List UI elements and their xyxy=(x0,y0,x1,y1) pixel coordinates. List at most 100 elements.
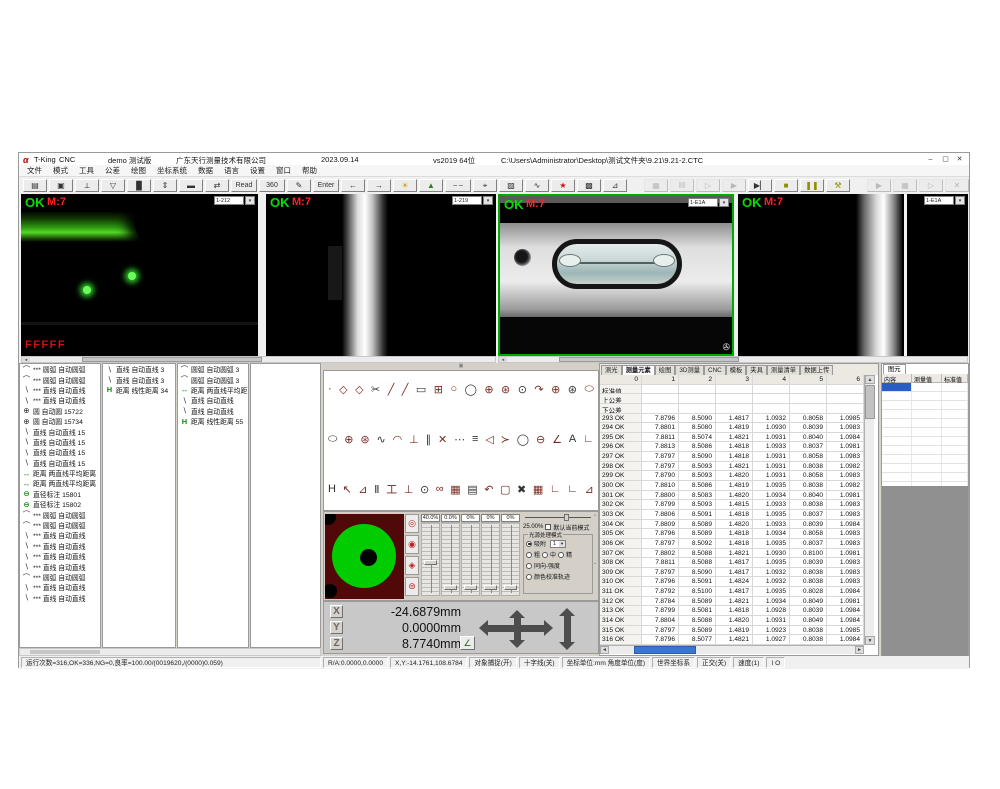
element-list-item[interactable]: ∖*** 直线 自动直线 xyxy=(20,561,100,571)
toolbar-light-button[interactable]: ☀ xyxy=(393,179,417,192)
z-jog-arrow-icon[interactable] xyxy=(564,616,571,642)
results-spec-row[interactable]: 上公差 xyxy=(600,394,864,404)
element-list-item[interactable]: ∖直线 自动直线 3 xyxy=(103,374,175,384)
menu-item-8[interactable]: 语言 xyxy=(224,165,239,176)
scroll-right-icon[interactable]: ► xyxy=(855,646,864,654)
toolbox-tool-icon[interactable]: ∞ xyxy=(436,483,444,495)
toolbox-tool-icon[interactable]: ⊙ xyxy=(420,483,429,496)
scrollbar-thumb[interactable] xyxy=(559,357,739,362)
camera4-selector-dropdown-icon[interactable]: ▾ xyxy=(955,196,965,205)
toolbox-tool-icon[interactable]: ⋯ xyxy=(454,433,465,446)
toolbox-tool-icon[interactable]: ◯ xyxy=(517,433,529,446)
toolbox-tool-icon[interactable]: ▭ xyxy=(416,383,426,396)
toolbar-play2-button[interactable]: ▶ xyxy=(867,179,891,192)
element-list-item[interactable]: ∖直线 自动直线 15 xyxy=(20,447,100,457)
element-list-item[interactable]: ∖*** 直线 自动直线 xyxy=(20,551,100,561)
element-list-item[interactable]: ↔距离 两直线平均距离 xyxy=(20,468,100,478)
results-data-row[interactable]: 294 OK7.88018.50801.48191.09300.80391.09… xyxy=(600,423,864,433)
light-slider-track[interactable] xyxy=(441,522,460,596)
attach-level-dropdown[interactable]: 1 xyxy=(550,540,566,548)
camera1-selector[interactable]: 1-212 xyxy=(214,196,244,205)
results-data-row[interactable]: 305 OK7.87968.50891.48181.09340.80581.09… xyxy=(600,529,864,539)
element-list-item[interactable]: ∖*** 直线 自动直线 xyxy=(20,593,100,603)
element-list-item[interactable]: ∖直线 自动直线 15 xyxy=(20,426,100,436)
toolbar-rotate-360-button[interactable]: 360 xyxy=(259,179,285,192)
toolbox-tool-icon[interactable]: ⊛ xyxy=(501,383,510,396)
camera4-selector[interactable]: 1-E1A xyxy=(924,196,954,205)
tab-7[interactable]: 夹具 xyxy=(746,365,767,375)
slider-thumb[interactable] xyxy=(564,514,569,521)
graphic-element-row[interactable] xyxy=(882,446,968,455)
element-list-item[interactable]: ∖*** 直线 自动直线 xyxy=(20,530,100,540)
toolbar-laser-button[interactable]: ★ xyxy=(551,179,575,192)
results-data-row[interactable]: 299 OK7.87908.50931.48201.09310.80581.09… xyxy=(600,471,864,481)
scrollbar-thumb[interactable] xyxy=(634,646,696,654)
slider-thumb[interactable] xyxy=(444,585,457,590)
close-button[interactable]: ✕ xyxy=(953,155,966,165)
slider-thumb[interactable] xyxy=(484,585,497,590)
element-list-item[interactable]: ⌒*** 圆弧 自动圆弧 xyxy=(20,509,100,519)
tab-1[interactable]: 测光 xyxy=(601,365,622,375)
toolbox-tool-icon[interactable]: ∟ xyxy=(567,483,578,495)
element-list-item[interactable]: ⌒*** 圆弧 自动圆弧 xyxy=(20,364,100,374)
toolbar-grid-button[interactable]: ▨ xyxy=(499,179,523,192)
graphic-element-row[interactable] xyxy=(882,410,968,419)
toolbox-tool-icon[interactable]: ○ xyxy=(450,383,457,395)
mode-coarse-radio[interactable] xyxy=(526,552,532,558)
tab-5[interactable]: CNC xyxy=(704,365,726,375)
results-data-row[interactable]: 316 OK7.87968.50771.48211.09270.80381.09… xyxy=(600,635,864,645)
toolbox-tool-icon[interactable]: ⊛ xyxy=(360,433,369,446)
element-list-item[interactable]: ⌒圆弧 自动圆弧 3 xyxy=(178,374,248,384)
toolbox-tool-icon[interactable]: ≻ xyxy=(501,433,510,446)
mode-fine-radio[interactable] xyxy=(558,552,564,558)
toolbox-tool-icon[interactable]: ⊿ xyxy=(358,483,367,496)
results-data-row[interactable]: 298 OK7.87978.50931.48211.09310.80381.09… xyxy=(600,462,864,472)
scrollbar-thumb[interactable] xyxy=(82,357,262,362)
element-list-item[interactable]: ∖直线 自动直线 3 xyxy=(103,364,175,374)
zoom-slider[interactable] xyxy=(523,514,593,521)
toolbox-tool-icon[interactable]: ⊕ xyxy=(344,433,353,446)
graphic-element-row[interactable] xyxy=(882,464,968,473)
results-data-row[interactable]: 297 OK7.87978.50901.48181.09310.80581.09… xyxy=(600,452,864,462)
toolbox-tool-icon[interactable]: ∟ xyxy=(550,483,561,495)
graphic-element-row[interactable] xyxy=(882,383,968,392)
results-data-row[interactable]: 312 OK7.87848.50891.48211.09340.80491.09… xyxy=(600,597,864,607)
results-data-row[interactable]: 310 OK7.87968.50911.48241.09320.80381.09… xyxy=(600,577,864,587)
element-list-item[interactable]: ∖*** 直线 自动直线 xyxy=(20,385,100,395)
toolbar-open2-button[interactable]: ▷ xyxy=(919,179,943,192)
toolbar-dashes-button[interactable]: – – xyxy=(445,179,471,192)
toolbar-surface-button[interactable]: ▲ xyxy=(419,179,443,192)
coax-light-icon[interactable]: ◉ xyxy=(405,535,419,554)
results-data-row[interactable]: 304 OK7.88098.50891.48201.09330.80391.09… xyxy=(600,520,864,530)
results-data-row[interactable]: 300 OK7.88108.50861.48191.09350.80381.09… xyxy=(600,481,864,491)
toolbar-arrow-left-button[interactable]: ← xyxy=(341,179,365,192)
camera-group1-scrollbar[interactable]: ◄ xyxy=(21,356,496,363)
toolbar-stage-button[interactable]: ▬ xyxy=(179,179,203,192)
xy-jog-arrows[interactable] xyxy=(482,608,554,650)
menu-item-10[interactable]: 窗口 xyxy=(276,165,291,176)
tab-6[interactable]: 模板 xyxy=(726,365,747,375)
toolbox-splitter[interactable]: ▣ xyxy=(323,363,599,370)
maximize-button[interactable]: ▢ xyxy=(939,155,952,165)
camera2-selector[interactable]: 1-219 xyxy=(452,196,482,205)
element-list-item[interactable]: ⊕圆 自动圆 15734 xyxy=(20,416,100,426)
toolbar-enter-button[interactable]: Enter xyxy=(313,179,339,192)
graphic-element-row[interactable] xyxy=(882,437,968,446)
toolbox-tool-icon[interactable]: ◇ xyxy=(355,383,363,396)
results-data-row[interactable]: 309 OK7.87978.50901.48171.09320.80381.09… xyxy=(600,568,864,578)
toolbox-tool-icon[interactable]: ✂ xyxy=(371,383,380,396)
tab-graphic-element[interactable]: 图元 xyxy=(883,364,906,374)
lighting-scroll-arrows[interactable]: ⌃⌄ xyxy=(592,514,598,599)
light-slider-track[interactable] xyxy=(481,522,500,596)
element-lists-hscrollbar[interactable] xyxy=(19,648,321,656)
toolbar-stop-button[interactable]: ■ xyxy=(774,179,798,192)
menu-item-11[interactable]: 帮助 xyxy=(302,165,317,176)
toolbar-probe-button[interactable]: ▽ xyxy=(101,179,125,192)
toolbox-tool-icon[interactable]: ≡ xyxy=(472,433,478,445)
results-spec-row[interactable]: 标准值 xyxy=(600,385,864,395)
camera-view-1[interactable]: OK M:7 1-212 ▾ FFFFF xyxy=(21,194,258,356)
toolbar-move-xy-button[interactable]: ⇄ xyxy=(205,179,229,192)
toolbar-arrow-right-button[interactable]: → xyxy=(367,179,391,192)
toolbox-tool-icon[interactable]: ◇ xyxy=(339,383,347,396)
tab-4[interactable]: 3D测量 xyxy=(675,365,704,375)
